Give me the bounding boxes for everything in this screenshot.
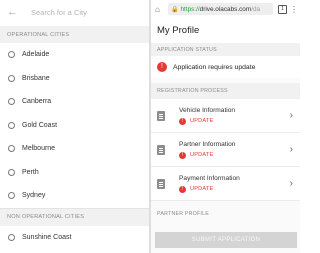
- arrow-left-icon[interactable]: ←: [7, 7, 18, 18]
- step-title: Partner Information: [179, 140, 236, 148]
- radio-button[interactable]: [8, 98, 15, 106]
- chevron-right-icon: ›: [289, 144, 293, 155]
- step-status-label: UPDATE: [190, 152, 214, 158]
- city-label: Sunshine Coast: [22, 233, 72, 241]
- document-icon: [157, 110, 165, 121]
- city-label: Adelaide: [22, 51, 50, 59]
- submit-application-button[interactable]: SUBMIT APPLICATION: [155, 232, 297, 248]
- profile-panel: ⌂ 🔒 https:// drive.olacabs.com /da 1 ⋮ M…: [151, 0, 300, 253]
- radio-button[interactable]: [8, 168, 15, 176]
- city-picker-panel: ← OPERATIONAL CITIES Adelaide Brisbane C…: [0, 0, 149, 253]
- url-host: drive.olacabs.com: [199, 5, 252, 13]
- step-title: Vehicle Information: [179, 106, 236, 114]
- radio-button[interactable]: [8, 51, 15, 59]
- step-status: ! UPDATE: [179, 117, 235, 125]
- chevron-right-icon: ›: [289, 110, 293, 121]
- alert-icon: !: [179, 151, 186, 159]
- document-icon: [157, 178, 165, 189]
- application-status-heading: APPLICATION STATUS: [151, 43, 300, 56]
- city-label: Brisbane: [22, 74, 50, 82]
- city-option-melbourne[interactable]: Melbourne: [0, 137, 149, 161]
- city-option-sydney[interactable]: Sydney: [0, 184, 149, 208]
- step-partner-information[interactable]: Partner Information ! UPDATE ›: [151, 133, 300, 167]
- step-status: ! UPDATE: [179, 151, 235, 159]
- city-label: Gold Coast: [22, 121, 58, 129]
- radio-button[interactable]: [8, 233, 15, 241]
- city-option-gold-coast[interactable]: Gold Coast: [0, 114, 149, 138]
- kebab-menu-icon[interactable]: ⋮: [290, 5, 298, 14]
- url-protocol: https://: [180, 5, 200, 13]
- city-search-input[interactable]: [31, 7, 141, 17]
- city-option-brisbane[interactable]: Brisbane: [0, 67, 149, 91]
- browser-toolbar: ⌂ 🔒 https:// drive.olacabs.com /da 1 ⋮: [151, 0, 300, 18]
- alert-circle-icon: !: [157, 62, 167, 72]
- city-option-adelaide[interactable]: Adelaide: [0, 43, 149, 67]
- operational-cities-heading: OPERATIONAL CITIES: [0, 26, 149, 43]
- step-vehicle-information[interactable]: Vehicle Information ! UPDATE ›: [151, 99, 300, 133]
- city-label: Melbourne: [22, 145, 56, 153]
- radio-button[interactable]: [8, 192, 15, 200]
- tab-switcher-button[interactable]: 1: [278, 4, 287, 14]
- step-status-label: UPDATE: [190, 186, 214, 192]
- document-icon: [157, 144, 165, 155]
- lock-icon: 🔒: [171, 6, 179, 13]
- step-status: ! UPDATE: [179, 185, 240, 193]
- application-status-row: ! Application requires update: [151, 56, 300, 78]
- step-status-label: UPDATE: [190, 118, 214, 124]
- address-bar[interactable]: 🔒 https:// drive.olacabs.com /da: [168, 3, 273, 15]
- url-path: /da: [251, 5, 261, 13]
- city-label: Sydney: [22, 192, 46, 200]
- radio-button[interactable]: [8, 121, 15, 129]
- city-search-bar: ←: [0, 0, 149, 24]
- city-label: Canberra: [22, 98, 52, 106]
- city-label: Perth: [22, 168, 39, 176]
- operational-city-list: Adelaide Brisbane Canberra Gold Coast Me…: [0, 43, 149, 209]
- radio-button[interactable]: [8, 74, 15, 82]
- home-icon[interactable]: ⌂: [155, 5, 164, 14]
- step-payment-information[interactable]: Payment Information ! UPDATE ›: [151, 167, 300, 201]
- radio-button[interactable]: [8, 145, 15, 153]
- city-option-canberra[interactable]: Canberra: [0, 90, 149, 114]
- city-option-sunshine-coast[interactable]: Sunshine Coast: [0, 226, 149, 250]
- alert-icon: !: [179, 117, 186, 125]
- city-option-perth[interactable]: Perth: [0, 161, 149, 185]
- registration-process-heading: REGISTRATION PROCESS: [151, 83, 300, 99]
- step-title: Payment Information: [179, 174, 240, 182]
- chevron-right-icon: ›: [289, 178, 293, 189]
- alert-icon: !: [179, 185, 186, 193]
- non-operational-cities-heading: NON OPERATIONAL CITIES: [0, 208, 149, 226]
- page-title: My Profile: [151, 18, 300, 43]
- partner-profile-heading: PARTNER PROFILE: [157, 211, 209, 217]
- status-text: Application requires update: [173, 63, 256, 71]
